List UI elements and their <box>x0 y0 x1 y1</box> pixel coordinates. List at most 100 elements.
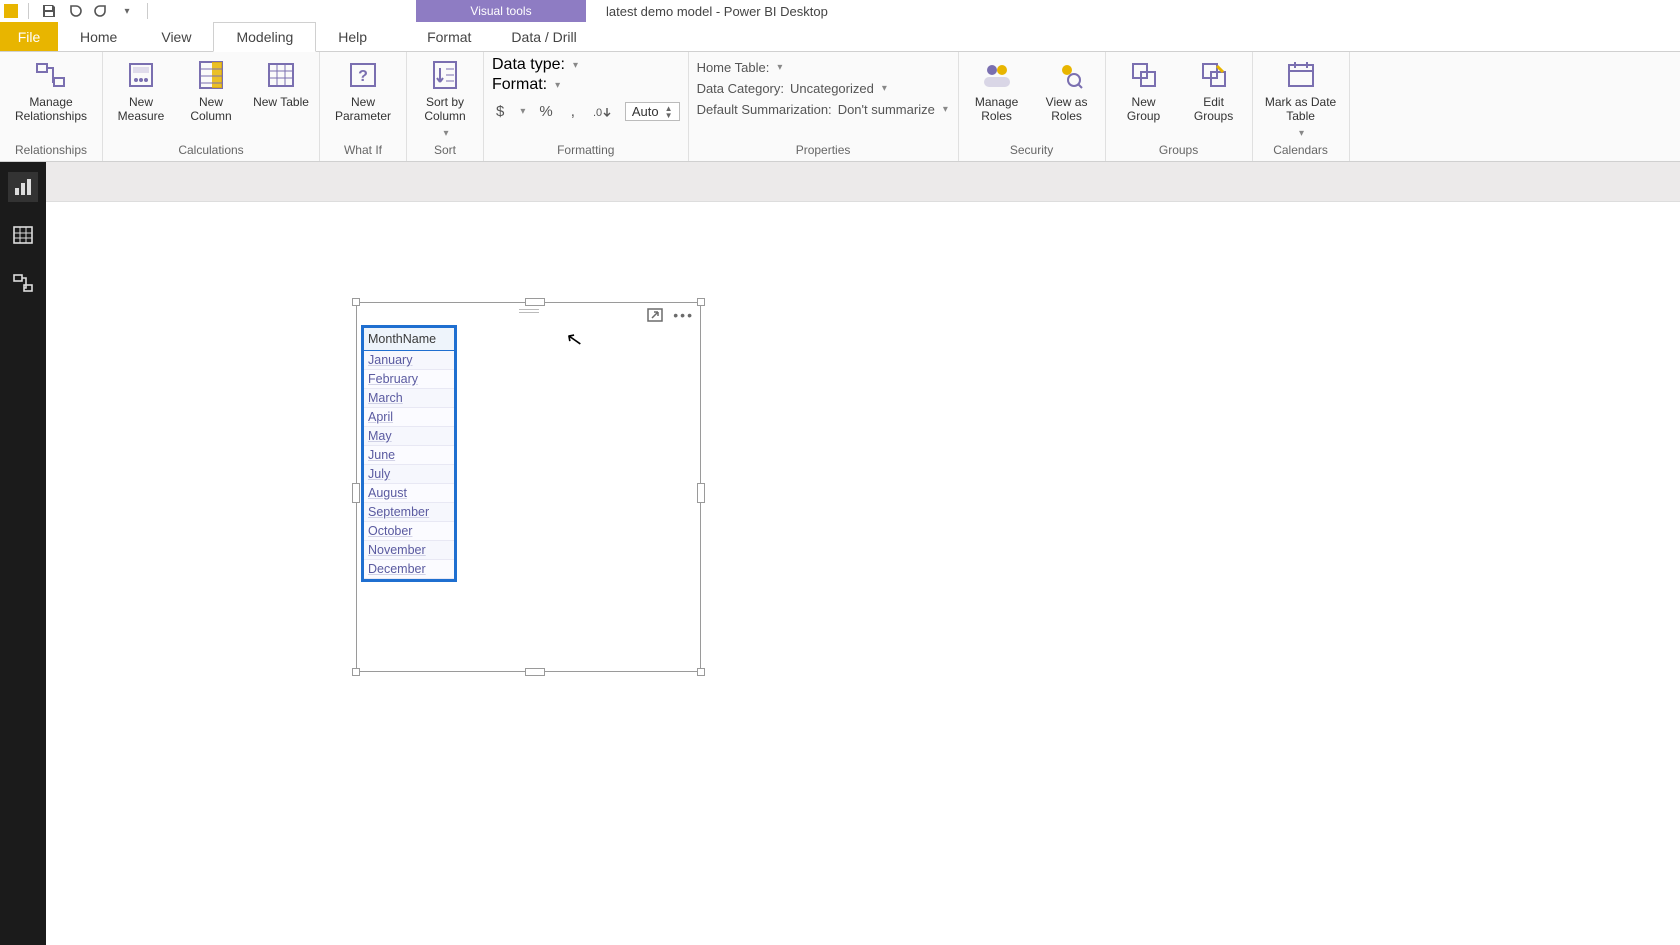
edit-groups-button[interactable]: Edit Groups <box>1184 56 1244 124</box>
percent-button[interactable]: % <box>535 103 556 120</box>
model-view-icon[interactable] <box>8 268 38 298</box>
resize-handle[interactable] <box>352 298 360 306</box>
new-measure-button[interactable]: New Measure <box>111 56 171 124</box>
decimals-button[interactable]: .0 <box>589 104 615 120</box>
home-tab[interactable]: Home <box>58 22 139 51</box>
security-group-label: Security <box>967 141 1097 161</box>
table-icon <box>264 58 298 92</box>
manage-roles-button[interactable]: Manage Roles <box>967 56 1027 124</box>
summarization-dropdown[interactable]: ▾ <box>943 104 948 115</box>
view-as-roles-label: View as Roles <box>1037 96 1097 124</box>
table-row[interactable]: September <box>364 503 454 522</box>
manage-roles-label: Manage Roles <box>967 96 1027 124</box>
currency-dd-icon[interactable]: ▾ <box>520 106 525 117</box>
table-row[interactable]: July <box>364 465 454 484</box>
decimal-places-auto[interactable]: Auto ▲▼ <box>625 102 680 121</box>
data-category-dropdown[interactable]: ▾ <box>882 83 887 94</box>
redo-icon[interactable] <box>91 1 111 21</box>
table-row[interactable]: January <box>364 351 454 370</box>
report-view-icon[interactable] <box>8 172 38 202</box>
new-parameter-button[interactable]: ? New Parameter <box>328 56 398 124</box>
qat-sep2 <box>147 3 148 19</box>
manage-roles-icon <box>980 58 1014 92</box>
home-table-dropdown[interactable]: ▾ <box>777 62 782 73</box>
new-measure-label: New Measure <box>111 96 171 124</box>
data-drill-tab[interactable]: Data / Drill <box>491 22 596 51</box>
calculations-group-label: Calculations <box>111 141 311 161</box>
resize-handle[interactable] <box>525 668 545 676</box>
measure-icon <box>124 58 158 92</box>
save-icon[interactable] <box>39 1 59 21</box>
report-canvas[interactable]: ••• MonthName January February March Apr… <box>46 202 1680 945</box>
data-view-icon[interactable] <box>8 220 38 250</box>
data-category-value: Uncategorized <box>790 81 874 96</box>
resize-handle[interactable] <box>352 668 360 676</box>
data-category-label: Data Category: <box>697 81 784 96</box>
summarization-value: Don't summarize <box>838 102 935 117</box>
view-tab[interactable]: View <box>139 22 213 51</box>
date-table-icon <box>1284 58 1318 92</box>
month-table[interactable]: MonthName January February March April M… <box>361 325 457 582</box>
help-tab[interactable]: Help <box>316 22 389 51</box>
sort-by-column-button[interactable]: Sort by Column ▾ <box>415 56 475 139</box>
new-column-button[interactable]: New Column <box>181 56 241 124</box>
manage-relationships-button[interactable]: Manage Relationships <box>8 56 94 124</box>
new-table-button[interactable]: New Table <box>251 56 311 110</box>
format-dropdown[interactable]: ▾ <box>555 80 560 91</box>
mark-as-date-table-label: Mark as Date Table <box>1261 96 1341 124</box>
summarization-label: Default Summarization: <box>697 102 832 117</box>
formula-bar-area <box>46 162 1680 202</box>
table-visual[interactable]: ••• MonthName January February March Apr… <box>356 302 701 672</box>
view-as-roles-button[interactable]: View as Roles <box>1037 56 1097 124</box>
visual-drag-grip-icon[interactable] <box>519 309 539 313</box>
resize-handle[interactable] <box>352 483 360 503</box>
format-label: Format: <box>492 76 547 94</box>
manage-relationships-label: Manage Relationships <box>8 96 94 124</box>
svg-text:.0: .0 <box>593 107 602 119</box>
table-row[interactable]: May <box>364 427 454 446</box>
sort-group-label: Sort <box>415 141 475 161</box>
parameter-icon: ? <box>346 58 380 92</box>
auto-label: Auto <box>632 104 659 119</box>
focus-mode-icon[interactable] <box>647 308 663 322</box>
resize-handle[interactable] <box>525 298 545 306</box>
format-tab[interactable]: Format <box>407 22 491 51</box>
undo-icon[interactable] <box>65 1 85 21</box>
modeling-tab[interactable]: Modeling <box>213 22 316 52</box>
context-tab-header: Visual tools <box>416 0 586 22</box>
table-row[interactable]: October <box>364 522 454 541</box>
groups-group-label: Groups <box>1114 141 1244 161</box>
formatting-group-label: Formatting <box>492 141 680 161</box>
table-row[interactable]: December <box>364 560 454 579</box>
relationships-group-label: Relationships <box>8 141 94 161</box>
sort-by-column-label: Sort by Column <box>415 96 475 124</box>
calendars-group-label: Calendars <box>1261 141 1341 161</box>
view-as-roles-icon <box>1050 58 1084 92</box>
comma-button[interactable]: , <box>567 103 579 120</box>
resize-handle[interactable] <box>697 298 705 306</box>
whatif-group-label: What If <box>328 141 398 161</box>
file-tab[interactable]: File <box>0 22 58 51</box>
qat-customize-icon[interactable]: ▾ <box>117 1 137 21</box>
new-group-button[interactable]: New Group <box>1114 56 1174 124</box>
table-row[interactable]: August <box>364 484 454 503</box>
table-row[interactable]: June <box>364 446 454 465</box>
mark-as-date-table-button[interactable]: Mark as Date Table ▾ <box>1261 56 1341 139</box>
table-column-header[interactable]: MonthName <box>364 328 454 351</box>
properties-group-label: Properties <box>697 141 950 161</box>
table-row[interactable]: March <box>364 389 454 408</box>
date-table-dd-icon: ▾ <box>1299 128 1304 140</box>
more-options-icon[interactable]: ••• <box>673 307 694 323</box>
relationships-icon <box>34 58 68 92</box>
new-group-label: New Group <box>1114 96 1174 124</box>
spinner-icon[interactable]: ▲▼ <box>665 105 673 119</box>
table-row[interactable]: February <box>364 370 454 389</box>
resize-handle[interactable] <box>697 483 705 503</box>
table-row[interactable]: April <box>364 408 454 427</box>
currency-button[interactable]: $ <box>492 103 508 120</box>
data-type-dropdown[interactable]: ▾ <box>573 60 578 71</box>
table-row[interactable]: November <box>364 541 454 560</box>
resize-handle[interactable] <box>697 668 705 676</box>
new-column-label: New Column <box>181 96 241 124</box>
new-parameter-label: New Parameter <box>328 96 398 124</box>
